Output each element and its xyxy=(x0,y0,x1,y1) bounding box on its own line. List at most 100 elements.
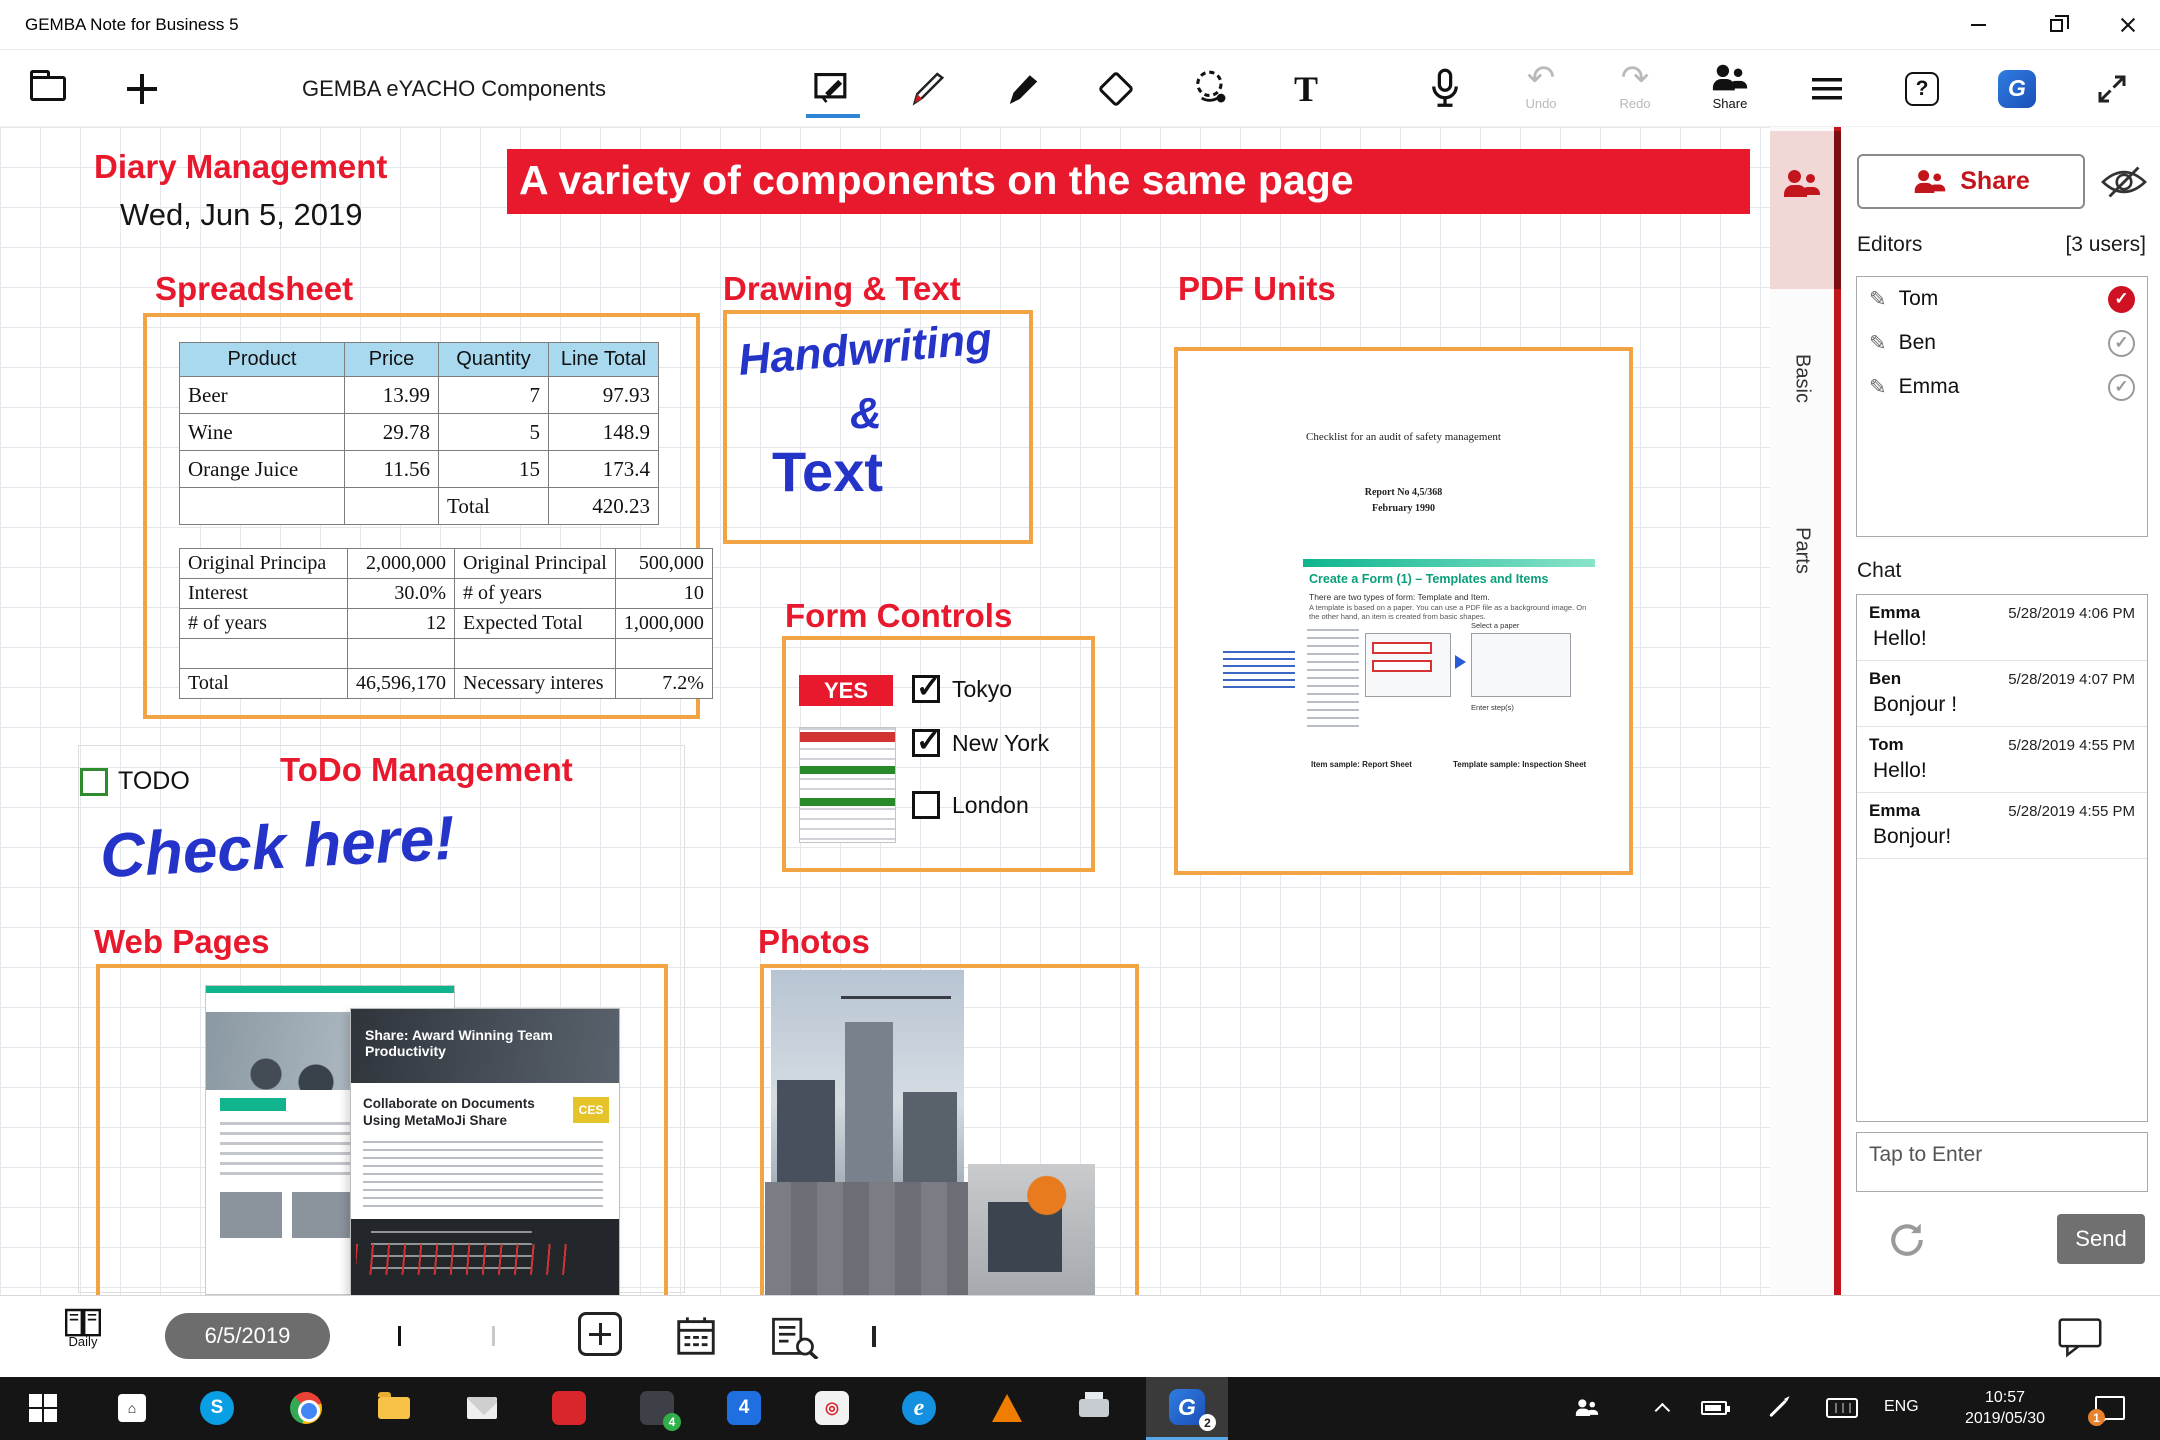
refresh-button[interactable] xyxy=(1885,1218,1929,1262)
tab-collaboration[interactable] xyxy=(1770,131,1834,289)
tokyo-label: Tokyo xyxy=(952,676,1012,703)
chat-input[interactable] xyxy=(1856,1132,2148,1192)
webpage-body-lines xyxy=(363,1141,603,1207)
construction-photo xyxy=(771,970,964,1210)
newyork-checkbox[interactable] xyxy=(912,729,940,757)
windows-logo-icon xyxy=(29,1394,57,1422)
pdf-unit[interactable]: Checklist for an audit of safety managem… xyxy=(1174,347,1633,875)
eraser-tool-button[interactable] xyxy=(1084,50,1148,127)
help-button[interactable] xyxy=(1890,50,1954,127)
slide-label2: Enter step(s) xyxy=(1471,703,1514,712)
chrome-app-button[interactable] xyxy=(286,1388,326,1428)
people-tray-button[interactable] xyxy=(1567,1388,1607,1428)
add-page-button[interactable] xyxy=(578,1312,622,1356)
previous-page-button[interactable] xyxy=(398,1326,401,1344)
open-folder-button[interactable] xyxy=(16,50,80,127)
app-button-badged[interactable]: 4 xyxy=(637,1388,677,1428)
form-option-row: Tokyo xyxy=(912,675,1012,703)
touch-keyboard-button[interactable] xyxy=(1822,1388,1862,1428)
document-title[interactable]: GEMBA eYACHO Components xyxy=(302,50,606,127)
editor-idle-check-icon[interactable] xyxy=(2108,374,2135,401)
send-button[interactable]: Send xyxy=(2057,1214,2145,1264)
lasso-tool-button[interactable] xyxy=(1180,50,1244,127)
start-button[interactable] xyxy=(23,1388,63,1428)
clock[interactable]: 10:57 2019/05/30 xyxy=(1945,1387,2065,1429)
show-hidden-icons-button[interactable] xyxy=(1644,1388,1684,1428)
editor-name: Tom xyxy=(1899,287,2096,311)
app-window: { "window": { "title": "GEMBA Note for B… xyxy=(0,0,2160,1440)
editor-active-check-icon[interactable] xyxy=(2108,286,2135,313)
marker-tool-button[interactable] xyxy=(989,50,1053,127)
skype-app-button[interactable]: S xyxy=(197,1388,237,1428)
chat-message[interactable]: Tom5/28/2019 4:55 PM Hello! xyxy=(1857,727,2147,793)
editor-row[interactable]: ✎ Emma xyxy=(1857,365,2147,409)
next-page-button[interactable] xyxy=(492,1326,495,1344)
tokyo-checkbox[interactable] xyxy=(912,675,940,703)
text-tool-icon: T xyxy=(1294,68,1318,110)
tab-parts[interactable]: Parts xyxy=(1791,527,1814,574)
table-row: Total46,596,170Necessary interes7.2% xyxy=(180,669,713,699)
page-list-button[interactable] xyxy=(768,1315,820,1359)
edge-app-button[interactable]: e xyxy=(899,1388,939,1428)
chat-message[interactable]: Emma5/28/2019 4:55 PM Bonjour! xyxy=(1857,793,2147,859)
chat-list[interactable]: Emma5/28/2019 4:06 PM Hello! Ben5/28/201… xyxy=(1856,594,2148,1122)
loan-table[interactable]: Original Principa2,000,000Original Princ… xyxy=(179,548,713,699)
store-app-button[interactable]: ⌂ xyxy=(112,1388,152,1428)
share-toolbar-button[interactable]: Share xyxy=(1698,50,1762,127)
editor-row[interactable]: ✎ Tom xyxy=(1857,277,2147,321)
file-explorer-button[interactable] xyxy=(374,1388,414,1428)
app-button-white[interactable]: ◎ xyxy=(812,1388,852,1428)
hide-panel-button[interactable] xyxy=(2099,160,2149,204)
battery-tray-button[interactable] xyxy=(1694,1388,1734,1428)
london-checkbox[interactable] xyxy=(912,791,940,819)
add-note-button[interactable] xyxy=(110,50,174,127)
view-daily-button[interactable]: Daily xyxy=(55,1304,111,1349)
form-option-row: New York xyxy=(912,729,1049,757)
action-center-button[interactable]: 1 xyxy=(2090,1388,2130,1428)
worker-photo xyxy=(968,1164,1095,1295)
chat-message[interactable]: Ben5/28/2019 4:07 PM Bonjour ! xyxy=(1857,661,2147,727)
chat-timestamp: 5/28/2019 4:06 PM xyxy=(2008,605,2135,622)
vlc-app-button[interactable] xyxy=(987,1388,1027,1428)
panel-divider[interactable] xyxy=(1834,127,1841,1295)
maximize-button[interactable] xyxy=(2024,0,2088,50)
app-button-red[interactable] xyxy=(549,1388,589,1428)
comment-button[interactable] xyxy=(2056,1314,2104,1358)
editor-row[interactable]: ✎ Ben xyxy=(1857,321,2147,365)
yes-stamp[interactable]: YES xyxy=(799,675,893,706)
ces-badge: CES xyxy=(573,1097,609,1123)
slide-label1: Select a paper xyxy=(1471,621,1519,630)
chat-text: Hello! xyxy=(1869,759,2135,783)
app-button-blue[interactable]: 4 xyxy=(724,1388,764,1428)
editor-idle-check-icon[interactable] xyxy=(2108,330,2135,357)
gemba-app-button-active[interactable]: 2 xyxy=(1146,1377,1228,1440)
share-label: Share xyxy=(1713,96,1748,111)
undo-button[interactable]: ↶ Undo xyxy=(1509,50,1573,127)
pen-tray-button[interactable] xyxy=(1758,1388,1798,1428)
todo-checkbox[interactable] xyxy=(80,768,108,796)
lasso-icon xyxy=(1190,68,1234,110)
redo-button[interactable]: ↷ Redo xyxy=(1603,50,1667,127)
drawing-heading: Drawing & Text xyxy=(723,270,961,308)
chat-message[interactable]: Emma5/28/2019 4:06 PM Hello! xyxy=(1857,595,2147,661)
pdf-margin-notes xyxy=(1223,651,1295,691)
text-tool-button[interactable]: T xyxy=(1274,50,1338,127)
tab-basic[interactable]: Basic xyxy=(1791,354,1814,403)
current-date-button[interactable]: 6/5/2019 xyxy=(165,1313,330,1359)
mail-app-button[interactable] xyxy=(462,1388,502,1428)
pen-tool-button[interactable] xyxy=(894,50,958,127)
calendar-button[interactable] xyxy=(673,1313,719,1359)
banner-text[interactable]: A variety of components on the same page xyxy=(507,149,1750,214)
minimize-button[interactable] xyxy=(1946,0,2010,50)
close-button[interactable] xyxy=(2096,0,2160,50)
account-app-button[interactable] xyxy=(1985,50,2049,127)
note-canvas[interactable]: Diary Management Wed, Jun 5, 2019 A vari… xyxy=(0,127,1770,1295)
printer-app-button[interactable] xyxy=(1074,1388,1114,1428)
swipe-eraser-button[interactable] xyxy=(872,1328,876,1346)
product-table[interactable]: Product Price Quantity Line Total Beer13… xyxy=(179,342,659,525)
menu-button[interactable] xyxy=(1795,50,1859,127)
input-language-button[interactable]: ENG xyxy=(1884,1398,1919,1416)
fullscreen-button[interactable] xyxy=(2080,50,2144,127)
voice-memo-button[interactable] xyxy=(1413,50,1477,127)
share-button[interactable]: Share xyxy=(1857,154,2085,209)
